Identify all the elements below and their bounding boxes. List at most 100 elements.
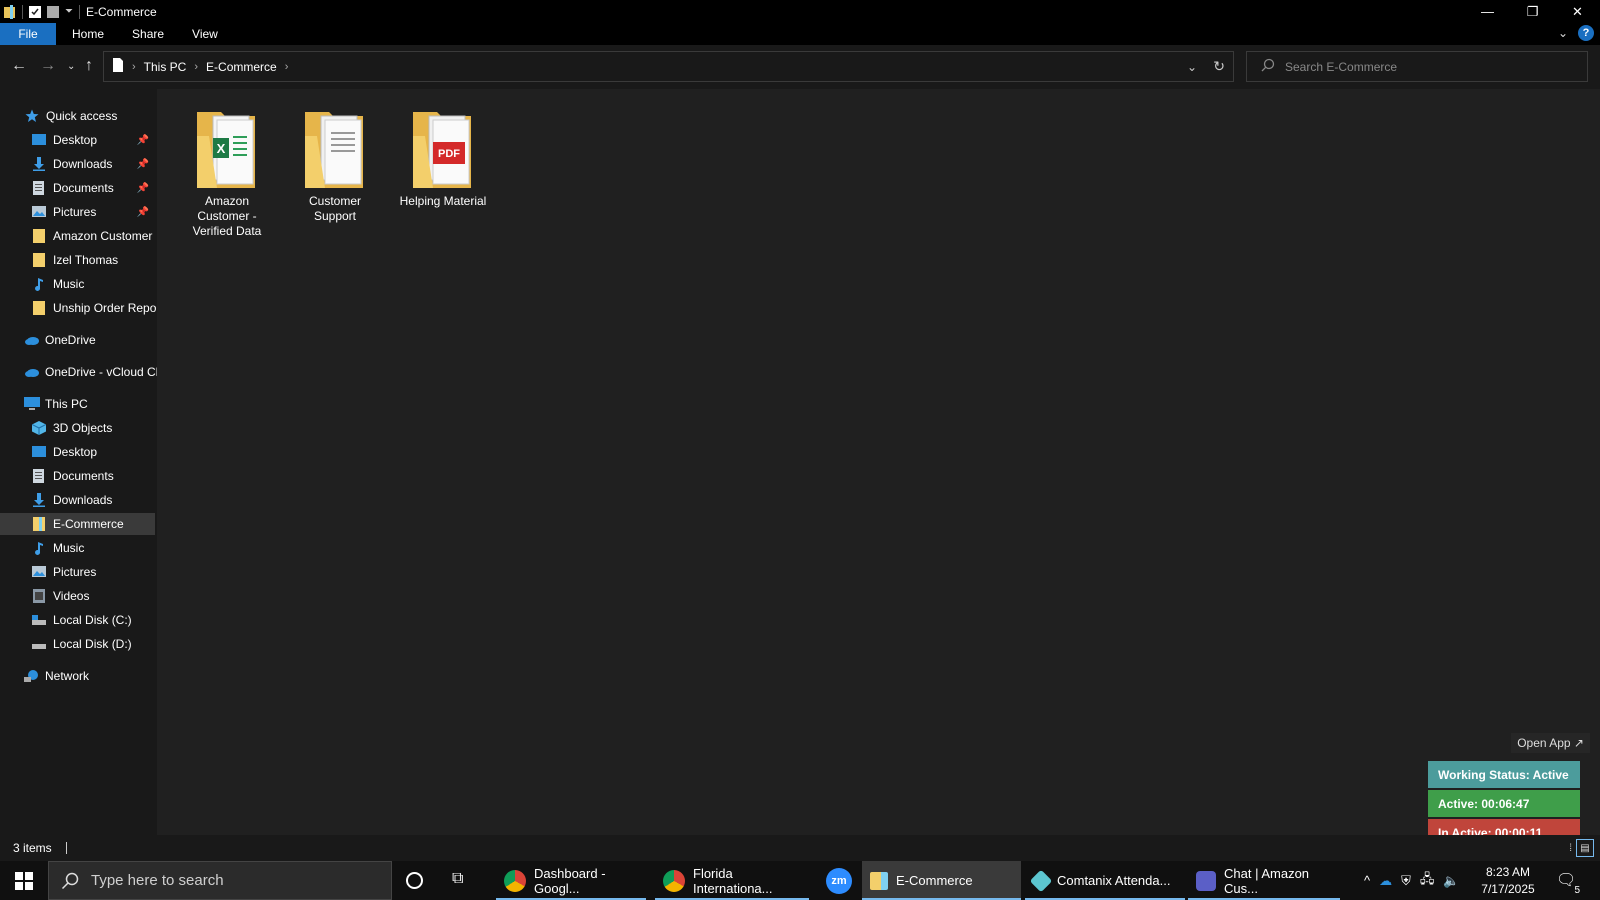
sidebar-item-label: Unship Order Repor [53,301,157,315]
title-bar: ⏷ E-Commerce — ❐ ✕ [0,0,1600,23]
help-icon[interactable]: ? [1578,25,1594,41]
status-divider [65,842,67,854]
search-input[interactable] [1285,59,1575,74]
notification-center-button[interactable]: 🗨 5 [1556,870,1582,896]
tab-view[interactable]: View [178,23,232,45]
window-controls: — ❐ ✕ [1465,0,1600,23]
desktop-icon [32,133,46,147]
folder-item-customer-support[interactable]: Customer Support [285,106,385,224]
tab-share[interactable]: Share [118,23,178,45]
onedrive-tray-icon[interactable]: ☁ [1379,873,1392,889]
sidebar-item-izel-thomas[interactable]: Izel Thomas [0,249,155,271]
details-view-icon[interactable]: ⁞ [1569,843,1572,854]
task-view-icon[interactable]: ⧉ [452,870,463,888]
sidebar-item-label: Music [53,541,85,555]
breadcrumb-e-commerce[interactable]: E-Commerce [206,60,277,74]
window-title: E-Commerce [86,4,157,19]
show-hidden-icons-icon[interactable]: ^ [1364,873,1370,888]
sidebar-item-pictures-pc[interactable]: Pictures [0,561,155,583]
large-icons-view-icon[interactable]: ▤ [1576,839,1594,857]
sidebar-item-this-pc[interactable]: This PC [0,393,155,415]
breadcrumb-separator[interactable]: › [285,61,289,73]
sidebar-item-music[interactable]: Music [0,273,155,295]
back-arrow-icon[interactable]: ← [11,57,27,75]
breadcrumb-separator[interactable]: › [132,61,136,73]
sidebar-item-unship-order-report[interactable]: Unship Order Repor [0,297,157,319]
file-name-line: Helping Material [399,194,487,208]
forward-arrow-icon[interactable]: → [40,57,56,75]
tab-home[interactable]: Home [58,23,118,45]
sidebar-item-e-commerce[interactable]: E-Commerce [0,513,155,535]
sidebar-item-network[interactable]: Network [0,665,155,687]
close-button[interactable]: ✕ [1555,0,1600,23]
drive-icon [32,637,46,651]
sidebar-item-quick-access[interactable]: Quick access [0,105,155,127]
sidebar-item-3d-objects[interactable]: 3D Objects [0,417,155,439]
sidebar-item-local-disk-c[interactable]: Local Disk (C:) [0,609,155,631]
properties-icon[interactable] [29,5,41,19]
qa-separator [22,4,23,19]
sidebar-item-downloads[interactable]: Downloads 📌 [0,153,155,175]
expand-ribbon-icon[interactable]: ⌄ [1558,26,1568,40]
folder-item-amazon-customer-verified-data[interactable]: X Amazon Customer - Verified Data [177,106,277,239]
sidebar-item-downloads-pc[interactable]: Downloads [0,489,155,511]
pin-icon[interactable]: 📌 [137,183,149,194]
taskbar-search-input[interactable] [91,872,381,889]
file-list: X Amazon Customer - Verified Data Custom… [157,89,1600,835]
sidebar-item-onedrive-vcloud[interactable]: OneDrive - vCloud Cl [0,361,157,383]
sidebar-item-label: Pictures [53,565,97,579]
qa-customize-icon[interactable]: ⏷ [65,6,73,17]
working-status-badge: Working Status: Active [1428,761,1580,788]
sidebar-item-label: Network [45,669,90,683]
sidebar-item-label: Videos [53,589,90,603]
new-folder-icon[interactable] [47,5,59,19]
taskbar-app-chrome-dashboard[interactable]: Dashboard - Googl... [496,861,646,900]
taskbar-app-label: Chat | Amazon Cus... [1224,865,1310,896]
taskbar-app-e-commerce[interactable]: E-Commerce [862,861,1021,900]
sidebar-item-documents[interactable]: Documents 📌 [0,177,155,199]
breadcrumb-this-pc[interactable]: This PC [144,60,187,74]
search-box[interactable] [1246,51,1588,82]
taskbar-app-chrome-florida[interactable]: Florida Internationa... [655,861,809,900]
sidebar-item-desktop[interactable]: Desktop 📌 [0,129,155,151]
pin-icon[interactable]: 📌 [137,159,149,170]
sidebar-item-label: Quick access [46,109,118,123]
address-dropdown-icon[interactable]: ⌄ [1187,60,1197,74]
sidebar-item-label: 3D Objects [53,421,113,435]
sidebar-item-amazon-customer[interactable]: Amazon Customer [0,225,155,247]
file-name-line: Verified Data [192,224,262,238]
sidebar-item-onedrive[interactable]: OneDrive [0,329,155,351]
folder-item-helping-material[interactable]: PDF Helping Material [393,106,493,209]
minimize-button[interactable]: — [1465,0,1510,23]
sidebar-item-videos[interactable]: Videos [0,585,155,607]
sidebar-item-pictures[interactable]: Pictures 📌 [0,201,155,223]
pin-icon[interactable]: 📌 [137,207,149,218]
taskbar-app-teams-chat[interactable]: Chat | Amazon Cus... [1188,861,1340,900]
sidebar-item-desktop-pc[interactable]: Desktop [0,441,155,463]
taskbar-app-comtanix[interactable]: Comtanix Attenda... [1025,861,1185,900]
taskbar-app-label: Comtanix Attenda... [1057,873,1171,888]
address-bar[interactable]: › This PC › E-Commerce › ⌄ ↻ [103,51,1234,82]
pin-icon[interactable]: 📌 [137,135,149,146]
taskbar-app-zoom[interactable]: zm [818,861,862,900]
cortana-icon[interactable] [406,872,423,889]
security-tray-icon[interactable]: ⛨ [1401,873,1411,889]
taskbar-clock[interactable]: 8:23 AM 7/17/2025 [1468,864,1548,898]
taskbar-search-box[interactable] [48,861,392,900]
sidebar-item-music-pc[interactable]: Music [0,537,155,559]
tab-file[interactable]: File [0,23,56,45]
open-app-button[interactable]: Open App ↗ [1511,733,1590,753]
maximize-button[interactable]: ❐ [1510,0,1555,23]
up-arrow-icon[interactable]: ↑ [85,57,93,75]
clock-date: 7/17/2025 [1481,882,1535,896]
sidebar-item-documents-pc[interactable]: Documents [0,465,155,487]
start-button[interactable] [0,861,48,900]
breadcrumb-separator[interactable]: › [194,61,198,73]
recent-locations-icon[interactable]: ⌄ [67,61,75,72]
sidebar-item-local-disk-d[interactable]: Local Disk (D:) [0,633,155,655]
network-tray-icon[interactable]: 🖧 [1420,870,1435,892]
folder-icon [32,517,46,531]
search-icon [1261,58,1275,75]
volume-icon[interactable]: 🔈 [1443,873,1459,889]
refresh-icon[interactable]: ↻ [1213,58,1225,75]
